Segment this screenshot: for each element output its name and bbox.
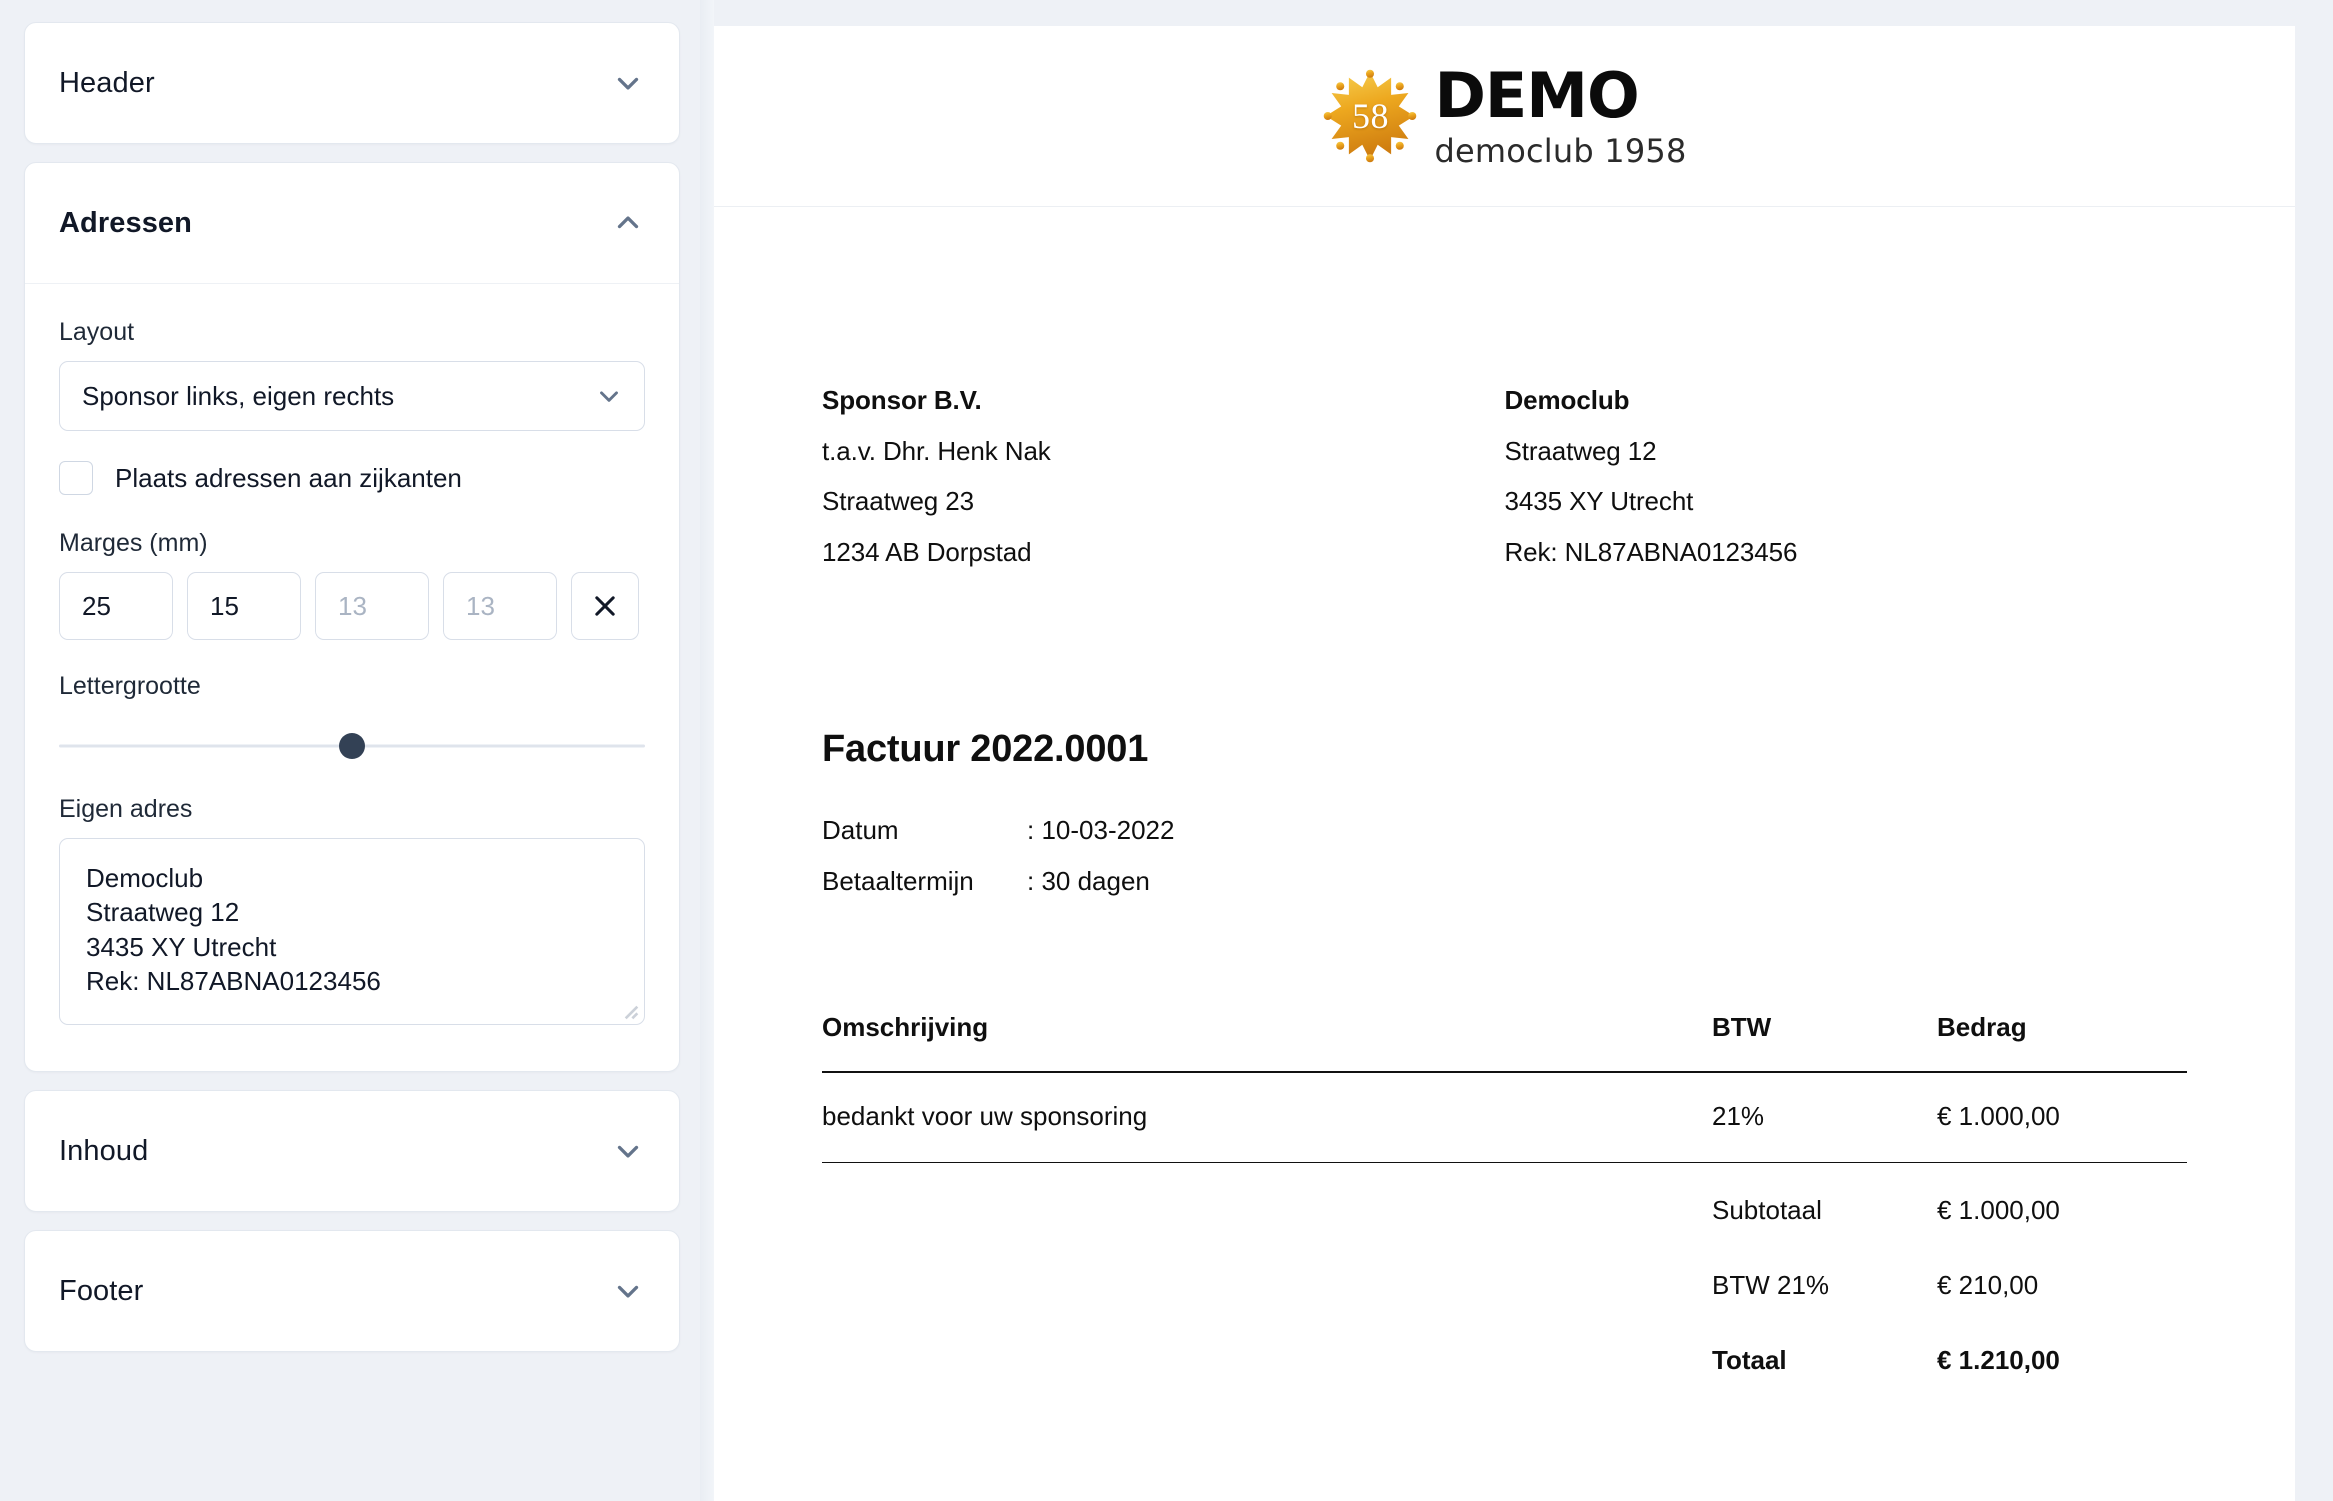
font-size-label: Lettergrootte [59, 672, 201, 700]
margins-clear-button[interactable] [571, 572, 639, 640]
panel-inhoud-toggle[interactable]: Inhoud [25, 1091, 679, 1211]
panel-footer: Footer [24, 1230, 680, 1353]
invoice-table-header: Omschrijving BTW Bedrag [822, 1012, 2187, 1073]
logo-tagline: democlub 1958 [1434, 132, 1687, 170]
own-address-line: 3435 XY Utrecht [86, 931, 277, 962]
column-header-description: Omschrijving [822, 1011, 989, 1042]
own-address-line: Rek: NL87ABNA0123456 [86, 965, 381, 996]
own-address-line: Straatweg 12 [86, 897, 240, 928]
totals-value: € 1.000,00 [1937, 1194, 2060, 1225]
invoice-meta-value: : 10-03-2022 [1027, 814, 1175, 845]
column-header-amount: Bedrag [1937, 1011, 2027, 1042]
font-size-slider[interactable] [59, 723, 645, 769]
panel-adressen-title: Adressen [59, 206, 192, 239]
sponsor-address-block: Sponsor B.V. t.a.v. Dhr. Henk Nak Straat… [822, 375, 1505, 578]
side-addresses-checkbox[interactable] [59, 461, 93, 495]
totals-row-subtotal: Subtotaal € 1.000,00 [822, 1173, 2187, 1248]
invoice-totals: Subtotaal € 1.000,00 BTW 21% € 210,00 To… [822, 1173, 2187, 1398]
club-logo: 58 DEMO democlub 1958 [1322, 65, 1686, 167]
invoice-table: Omschrijving BTW Bedrag bedankt voor uw … [822, 1012, 2187, 1398]
document-body: Sponsor B.V. t.a.v. Dhr. Henk Nak Straat… [714, 207, 2295, 1398]
totals-row-grand: Totaal € 1.210,00 [822, 1323, 2187, 1398]
margin-bottom-input[interactable]: 13 [315, 572, 429, 640]
own-address-label: Eigen adres [59, 795, 193, 823]
table-row: bedankt voor uw sponsoring 21% € 1.000,0… [822, 1073, 2187, 1163]
invoice-title: Factuur 2022.0001 [822, 727, 1149, 770]
side-addresses-label: Plaats adressen aan zijkanten [115, 462, 462, 493]
own-address-line: Democlub [1504, 385, 1630, 415]
logo-badge-number: 58 [1351, 96, 1389, 136]
address-blocks: Sponsor B.V. t.a.v. Dhr. Henk Nak Straat… [822, 375, 2187, 578]
layout-select[interactable]: Sponsor links, eigen rechts [59, 361, 645, 431]
totals-label: BTW 21% [1712, 1269, 1830, 1300]
margins-row: 25 15 13 13 [59, 572, 645, 640]
chevron-down-icon[interactable] [611, 1274, 645, 1308]
chevron-down-icon[interactable] [611, 66, 645, 100]
own-address-line: Democlub [86, 863, 204, 893]
panel-adressen: Adressen Layout Sponsor links, eigen rec… [24, 162, 680, 1073]
invoice-meta-row: Datum : 10-03-2022 [822, 805, 2187, 856]
panel-inhoud-title: Inhoud [59, 1134, 149, 1167]
own-address-block: Democlub Straatweg 12 3435 XY Utrecht Re… [1505, 375, 2188, 578]
totals-spacer [822, 1345, 1712, 1376]
document-preview-area: 58 DEMO democlub 1958 Sponsor B.V. t.a.v… [714, 0, 2333, 1501]
row-description: bedankt voor uw sponsoring [822, 1100, 1148, 1131]
own-address-line: Rek: NL87ABNA0123456 [1504, 537, 1798, 568]
own-address-line: Straatweg 12 [1504, 435, 1657, 466]
slider-thumb[interactable] [339, 733, 365, 759]
document-header: 58 DEMO democlub 1958 [714, 26, 2295, 207]
panel-header: Header [24, 22, 680, 144]
row-vat: 21% [1712, 1100, 1765, 1131]
star-badge-icon: 58 [1322, 68, 1418, 164]
totals-spacer [822, 1195, 1712, 1226]
sidebar-scroll-edge [700, 0, 714, 1501]
column-header-vat: BTW [1712, 1011, 1772, 1042]
totals-row-vat: BTW 21% € 210,00 [822, 1248, 2187, 1323]
side-addresses-checkbox-row[interactable]: Plaats adressen aan zijkanten [59, 461, 645, 495]
sponsor-address-line: Straatweg 23 [822, 486, 975, 517]
resize-grip-icon[interactable] [619, 1000, 639, 1020]
close-icon [595, 596, 615, 616]
totals-label: Totaal [1712, 1344, 1787, 1375]
app-root: Header Adressen Layout Sponsor links, ei… [0, 0, 2333, 1501]
panel-header-toggle[interactable]: Header [25, 23, 679, 143]
sponsor-address-line: 1234 AB Dorpstad [822, 537, 1032, 568]
logo-wordmark: DEMO democlub 1958 [1434, 59, 1687, 170]
panel-footer-title: Footer [59, 1274, 144, 1307]
margin-left-input[interactable]: 13 [443, 572, 557, 640]
own-address-line: 3435 XY Utrecht [1504, 486, 1694, 517]
panel-header-title: Header [59, 66, 155, 99]
own-address-textarea[interactable]: Democlub Straatweg 12 3435 XY Utrecht Re… [59, 838, 645, 1026]
settings-sidebar: Header Adressen Layout Sponsor links, ei… [0, 0, 714, 1501]
chevron-up-icon[interactable] [611, 206, 645, 240]
sponsor-address-line: Sponsor B.V. [822, 385, 982, 415]
panel-adressen-body: Layout Sponsor links, eigen rechts Plaat… [25, 283, 679, 1071]
invoice-meta-key: Datum [822, 814, 899, 845]
totals-value: € 210,00 [1937, 1269, 2039, 1300]
totals-spacer [822, 1270, 1712, 1301]
panel-inhoud: Inhoud [24, 1090, 680, 1213]
invoice-page: 58 DEMO democlub 1958 Sponsor B.V. t.a.v… [714, 26, 2295, 1501]
panel-adressen-toggle[interactable]: Adressen [25, 163, 679, 283]
chevron-down-icon[interactable] [611, 1134, 645, 1168]
layout-label: Layout [59, 318, 135, 346]
sponsor-address-line: t.a.v. Dhr. Henk Nak [822, 435, 1051, 466]
margins-label: Marges (mm) [59, 529, 208, 557]
invoice-meta-value: : 30 dagen [1027, 866, 1150, 897]
margin-top-input[interactable]: 25 [59, 572, 173, 640]
margin-right-input[interactable]: 15 [187, 572, 301, 640]
invoice-meta-key: Betaaltermijn [822, 866, 974, 897]
totals-value: € 1.210,00 [1937, 1344, 2060, 1375]
chevron-down-icon[interactable] [594, 381, 624, 411]
layout-select-value: Sponsor links, eigen rechts [82, 380, 395, 411]
logo-brand: DEMO [1434, 59, 1639, 132]
panel-footer-toggle[interactable]: Footer [25, 1231, 679, 1351]
totals-label: Subtotaal [1712, 1194, 1822, 1225]
row-amount: € 1.000,00 [1937, 1100, 2060, 1131]
invoice-meta-row: Betaaltermijn : 30 dagen [822, 856, 2187, 907]
